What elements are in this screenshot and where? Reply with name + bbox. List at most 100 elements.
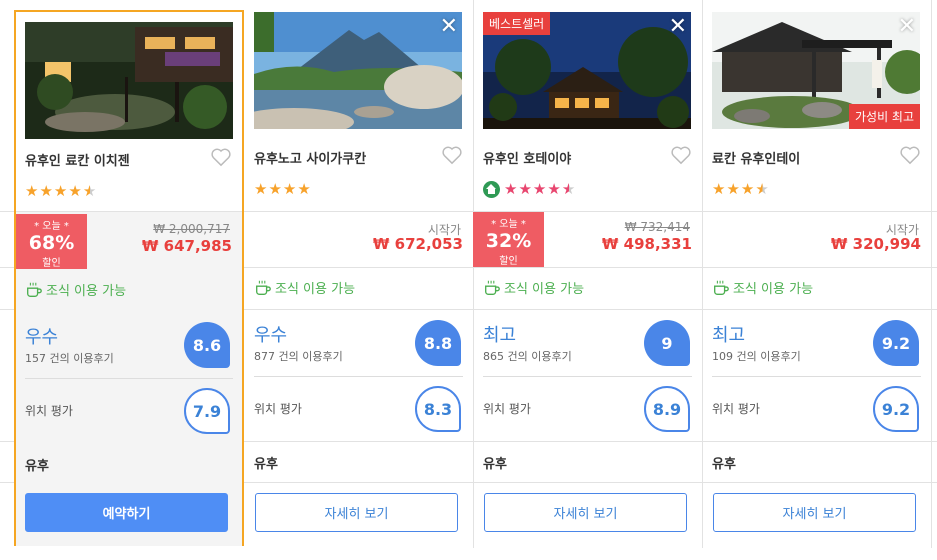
area-name: 유후 — [712, 457, 736, 472]
discount-today: * 오늘 * — [491, 219, 526, 230]
hotel-name[interactable]: 료칸 유후인테이 — [712, 148, 800, 167]
details-button[interactable]: 자세히 보기 — [484, 493, 687, 532]
review-count[interactable]: 865 건의 이용후기 — [483, 348, 572, 364]
location-score: 8.3 — [415, 386, 461, 432]
star-icon: ★ — [726, 180, 741, 198]
star-rating: ★ ★ ★ ★ — [254, 180, 312, 198]
star-rating: ★ ★ ★ ★ ★ — [25, 182, 97, 200]
bestseller-badge: 베스트셀러 — [483, 12, 551, 35]
star-rating: ★ ★ ★ ★ ★ — [483, 180, 576, 198]
discount-percent: 68% — [28, 232, 75, 254]
heart-outline-icon[interactable] — [670, 145, 692, 165]
star-icon: ★ — [39, 182, 54, 200]
hotel-photo[interactable]: ✕ 가성비 최고 — [712, 12, 920, 129]
area-name: 유후 — [25, 459, 49, 474]
area-name: 유후 — [254, 457, 278, 472]
discount-percent: 32% — [485, 230, 532, 252]
rating-word: 최고 — [712, 325, 746, 346]
breakfast-label: 조식 이용 가능 — [504, 282, 585, 297]
price: ₩ 320,994 — [830, 235, 921, 253]
price: ₩ 672,053 — [372, 235, 463, 253]
breakfast-label: 조식 이용 가능 — [733, 282, 814, 297]
location-score: 8.9 — [644, 386, 690, 432]
discount-badge: * 오늘 * 68% 할인 — [16, 214, 87, 269]
star-icon: ★ — [282, 180, 298, 198]
breakfast-info: 조식 이용 가능 — [254, 278, 355, 297]
star-rating: ★ ★ ★ ★ — [712, 180, 770, 198]
inner-divider — [254, 376, 463, 377]
hotel-photo[interactable]: 베스트셀러 ✕ — [483, 12, 691, 129]
coffee-cup-icon — [256, 280, 271, 295]
review-count[interactable]: 109 건의 이용후기 — [712, 348, 801, 364]
location-score: 7.9 — [184, 388, 230, 434]
discount-today: * 오늘 * — [34, 221, 69, 232]
close-icon[interactable]: ✕ — [669, 14, 687, 39]
location-label: 위치 평가 — [254, 402, 302, 416]
review-score: 9 — [644, 320, 690, 366]
hotel-photo[interactable]: ✕ — [254, 12, 462, 129]
review-count[interactable]: 157 건의 이용후기 — [25, 350, 114, 366]
rating-word: 우수 — [254, 325, 288, 346]
breakfast-info: 조식 이용 가능 — [712, 278, 813, 297]
original-price: ₩ 732,414 — [624, 220, 690, 234]
close-icon[interactable]: ✕ — [440, 14, 458, 39]
discount-label: 할인 — [499, 256, 518, 267]
discount-badge: * 오늘 * 32% 할인 — [473, 212, 544, 267]
hotel-photo[interactable] — [25, 22, 233, 139]
star-icon: ★ — [25, 182, 40, 200]
breakfast-info: 조식 이용 가능 — [483, 278, 584, 297]
heart-outline-icon[interactable] — [210, 147, 232, 167]
location-label: 위치 평가 — [25, 404, 73, 418]
hotel-name[interactable]: 유후인 호테이야 — [483, 148, 571, 167]
hotel-comparison: 유후인 료칸 이치젠 ★ ★ ★ ★ ★ * 오늘 * 68% 할인 ₩ 2,000,7… — [0, 0, 937, 560]
price: ₩ 647,985 — [141, 237, 232, 255]
star-icon: ★ — [504, 180, 519, 198]
star-icon: ★ — [268, 180, 283, 198]
column-divider — [931, 0, 932, 548]
rating-word: 우수 — [25, 327, 59, 348]
star-icon: ★ — [53, 182, 69, 200]
star-icon: ★ — [547, 180, 562, 198]
star-icon: ★ — [297, 180, 312, 198]
inner-divider — [483, 376, 692, 377]
hotel-name[interactable]: 유후인 료칸 이치젠 — [25, 150, 130, 169]
coffee-cup-icon — [485, 280, 500, 295]
heart-outline-icon[interactable] — [441, 145, 463, 165]
coffee-cup-icon — [714, 280, 729, 295]
breakfast-info: 조식 이용 가능 — [25, 280, 126, 299]
star-icon: ★ — [68, 182, 83, 200]
half-star-icon: ★ — [755, 180, 770, 198]
original-price: ₩ 2,000,717 — [153, 222, 230, 236]
star-icon: ★ — [254, 180, 269, 198]
breakfast-label: 조식 이용 가능 — [275, 282, 356, 297]
close-icon[interactable]: ✕ — [898, 14, 916, 39]
best-value-badge: 가성비 최고 — [848, 104, 920, 129]
details-button[interactable]: 자세히 보기 — [713, 493, 916, 532]
heart-outline-icon[interactable] — [899, 145, 921, 165]
hotel-card-hoteiya: 베스트셀러 ✕ 유후인 호테이야 ★ ★ ★ ★ ★ * 오늘 * 32% 할인 ₩ 7… — [473, 0, 702, 548]
star-icon: ★ — [712, 180, 727, 198]
book-button[interactable]: 예약하기 — [25, 493, 228, 532]
star-icon: ★ — [740, 180, 756, 198]
half-star-icon: ★ — [561, 180, 577, 198]
hotel-card-yufuintei: ✕ 가성비 최고 료칸 유후인테이 ★ ★ ★ ★ 시작가 ₩ 320,994 조식 … — [702, 0, 931, 548]
rating-word: 최고 — [483, 325, 517, 346]
star-icon: ★ — [532, 180, 548, 198]
review-count[interactable]: 877 건의 이용후기 — [254, 348, 343, 364]
review-score: 8.8 — [415, 320, 461, 366]
price: ₩ 498,331 — [601, 235, 692, 253]
coffee-cup-icon — [27, 282, 42, 297]
details-button[interactable]: 자세히 보기 — [255, 493, 458, 532]
location-label: 위치 평가 — [712, 402, 760, 416]
inner-divider — [712, 376, 921, 377]
review-score: 8.6 — [184, 322, 230, 368]
discount-label: 할인 — [42, 258, 61, 269]
house-badge-icon — [483, 180, 500, 198]
review-score: 9.2 — [873, 320, 919, 366]
breakfast-label: 조식 이용 가능 — [46, 284, 127, 299]
star-icon: ★ — [518, 180, 533, 198]
inner-divider — [25, 378, 233, 379]
half-star-icon: ★ — [82, 182, 98, 200]
hotel-name[interactable]: 유후노고 사이가쿠칸 — [254, 148, 366, 167]
location-score: 9.2 — [873, 386, 919, 432]
